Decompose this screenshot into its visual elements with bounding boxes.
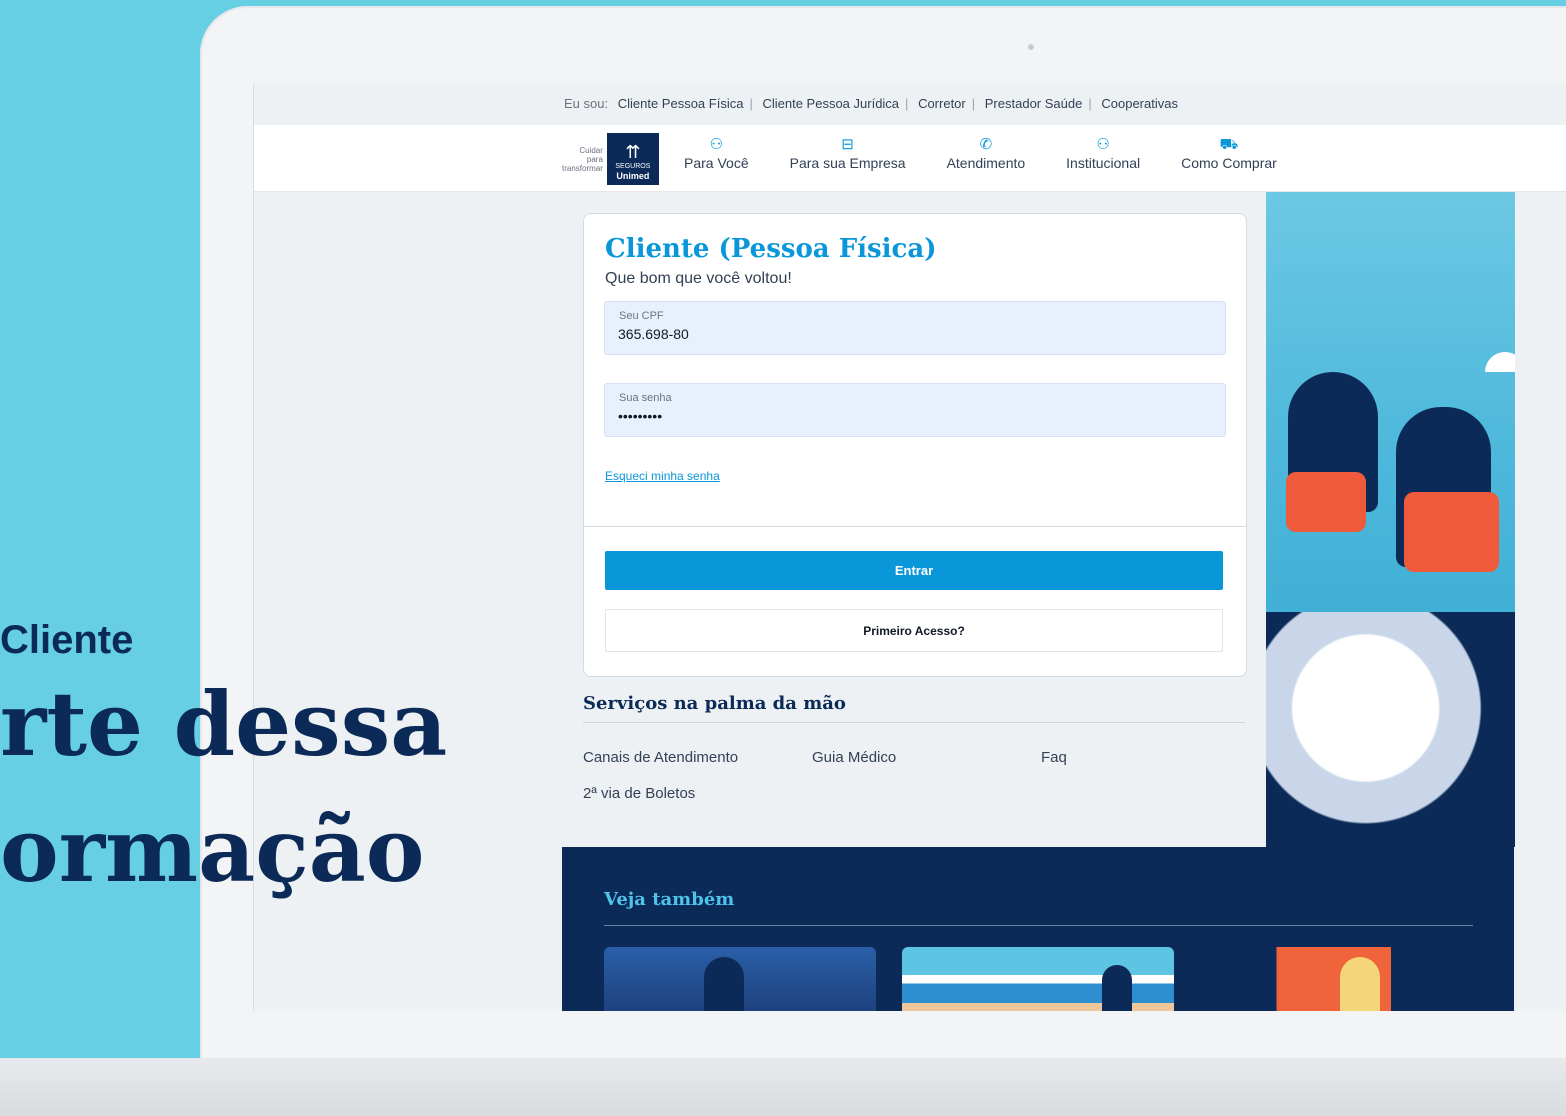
see-also-card[interactable] <box>902 947 1174 1011</box>
nav-para-empresa[interactable]: ⊟ Para sua Empresa <box>790 135 906 171</box>
hero-illustration <box>1266 192 1515 847</box>
logo-tagline: Cuidar para transformar <box>562 145 603 173</box>
nav-atendimento[interactable]: ✆ Atendimento <box>947 135 1026 171</box>
audience-bar: Eu sou: Cliente Pessoa Física | Cliente P… <box>254 83 1566 125</box>
audience-link-corretor[interactable]: Corretor <box>918 96 966 111</box>
login-title: Cliente (Pessoa Física) <box>605 234 937 264</box>
tree-icon: ⇈ <box>625 142 641 162</box>
see-also-section: Veja também <box>562 847 1514 1011</box>
see-also-title: Veja também <box>604 889 735 910</box>
password-input[interactable] <box>618 408 1208 424</box>
audience-link-pessoa-juridica[interactable]: Cliente Pessoa Jurídica <box>762 96 899 111</box>
login-button[interactable]: Entrar <box>605 551 1223 590</box>
service-link-guia-medico[interactable]: Guia Médico <box>812 749 896 766</box>
camera-dot <box>1028 44 1034 50</box>
password-label: Sua senha <box>619 392 672 404</box>
see-also-card[interactable] <box>1200 947 1455 1011</box>
main-nav: Cuidar para transformar ⇈ SEGUROS Unimed… <box>254 125 1566 192</box>
login-card: Cliente (Pessoa Física) Que bom que você… <box>583 213 1247 677</box>
phone-icon: ✆ <box>979 136 993 153</box>
nav-como-comprar[interactable]: ⛟ Como Comprar <box>1181 135 1277 171</box>
service-link-boletos[interactable]: 2ª via de Boletos <box>583 785 695 802</box>
audience-link-cooperativas[interactable]: Cooperativas <box>1101 96 1178 111</box>
services-section: Serviços na palma da mão Canais de Atend… <box>583 693 1245 802</box>
promo-subtitle: Cliente <box>0 618 134 662</box>
promo-headline-line2: ormação <box>0 798 425 902</box>
promo-headline-line1: rte dessa <box>0 672 448 776</box>
password-field[interactable]: Sua senha <box>604 383 1226 437</box>
briefcase-icon: ⊟ <box>841 136 854 153</box>
people-icon: ⚇ <box>1096 136 1110 153</box>
audience-label: Eu sou: <box>564 96 609 111</box>
people-icon: ⚇ <box>709 136 724 153</box>
cart-icon: ⛟ <box>1219 136 1239 153</box>
nav-para-voce[interactable]: ⚇ Para Você <box>684 135 749 171</box>
nav-institucional[interactable]: ⚇ Institucional <box>1066 135 1140 171</box>
forgot-password-link[interactable]: Esqueci minha senha <box>605 469 720 483</box>
audience-link-prestador[interactable]: Prestador Saúde <box>985 96 1083 111</box>
browser-screen: Eu sou: Cliente Pessoa Física | Cliente P… <box>253 83 1566 1011</box>
cpf-field[interactable]: Seu CPF <box>604 301 1226 355</box>
see-also-card[interactable] <box>604 947 876 1011</box>
cpf-label: Seu CPF <box>619 310 664 322</box>
site-logo[interactable]: Cuidar para transformar ⇈ SEGUROS Unimed <box>562 133 659 185</box>
first-access-button[interactable]: Primeiro Acesso? <box>605 609 1223 652</box>
login-greeting: Que bom que você voltou! <box>605 270 792 287</box>
cpf-input[interactable] <box>618 326 1208 342</box>
audience-link-pessoa-fisica[interactable]: Cliente Pessoa Física <box>618 96 744 111</box>
service-link-canais[interactable]: Canais de Atendimento <box>583 749 738 766</box>
service-link-faq[interactable]: Faq <box>1041 749 1067 766</box>
card-divider <box>584 526 1246 527</box>
logo-mark: ⇈ SEGUROS Unimed <box>606 133 659 185</box>
laptop-base <box>0 1058 1566 1116</box>
services-title: Serviços na palma da mão <box>583 693 1245 723</box>
